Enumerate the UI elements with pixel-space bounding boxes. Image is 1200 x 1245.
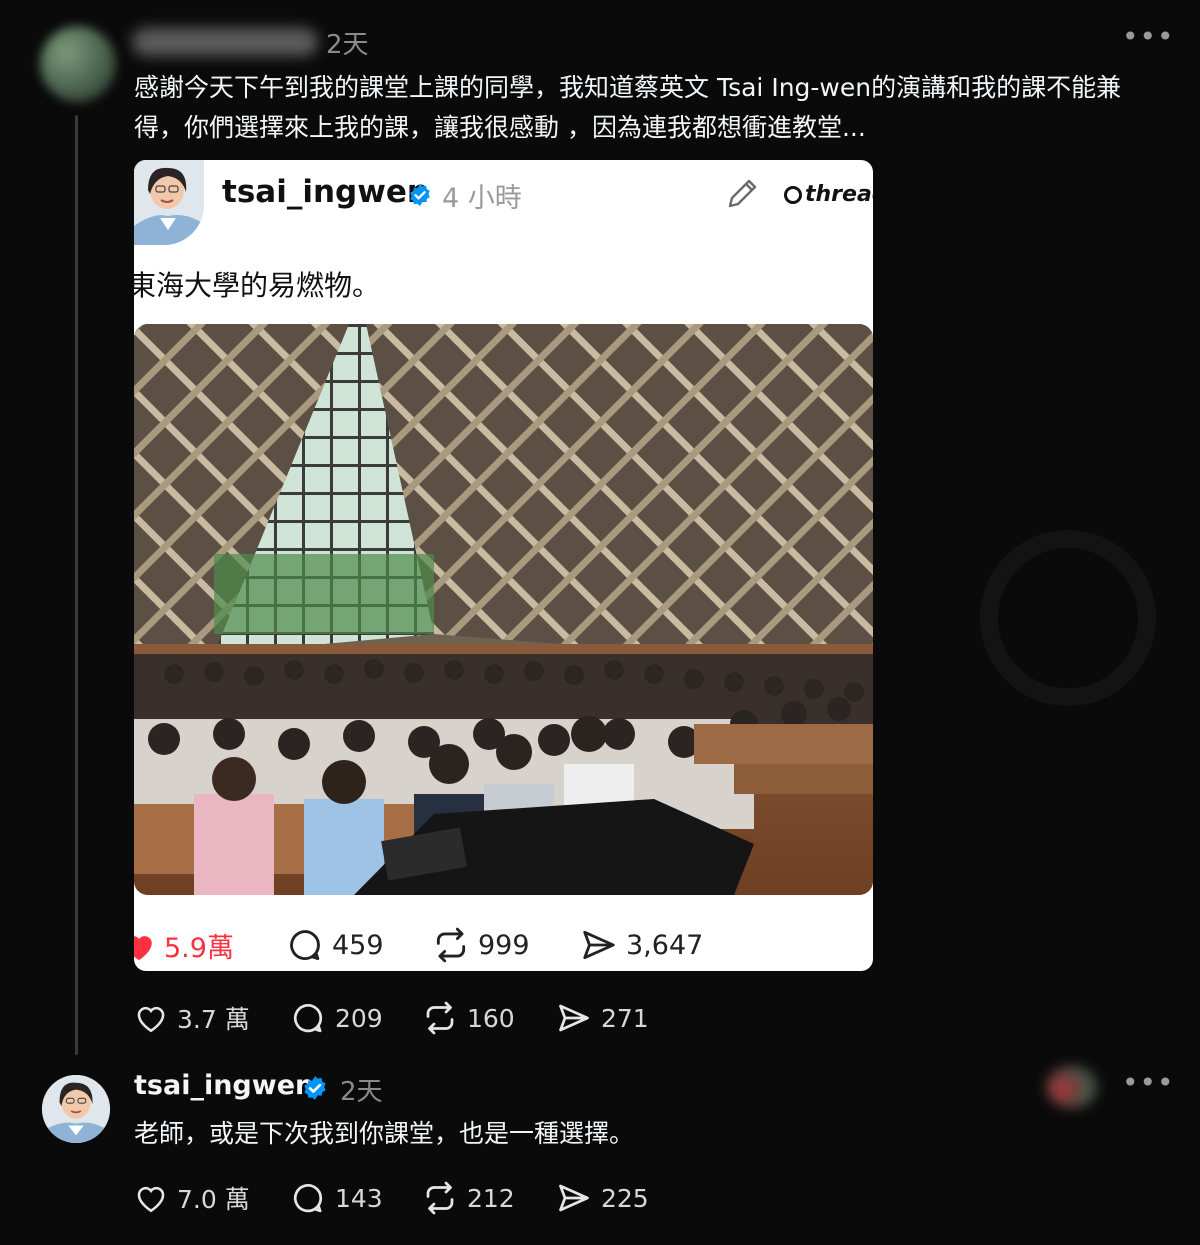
embedded-username: tsai_ingwen [222, 174, 429, 210]
embedded-text: 東海大學的易燃物。 [134, 269, 381, 302]
reply-time: 2天 [340, 1077, 383, 1107]
share-icon [583, 930, 615, 960]
blurred-reaction-avatar [1046, 1066, 1098, 1108]
heart-icon [134, 935, 152, 960]
reply-comment-button[interactable]: 143 [290, 1180, 383, 1216]
reply-repost-count: 212 [467, 1183, 515, 1213]
background-ghost-shape [980, 530, 1156, 706]
embedded-post-screenshot[interactable]: tsai_ingwen 4 小時 threads 東海大學的易燃物。 [134, 160, 873, 971]
share-button[interactable]: 271 [556, 1000, 649, 1036]
share-icon [559, 1004, 589, 1032]
share-icon [559, 1184, 589, 1212]
reply-like-count: 7.0 萬 [177, 1185, 250, 1214]
reply-like-button[interactable]: 7.0 萬 [134, 1180, 250, 1216]
reply-avatar[interactable] [42, 1075, 110, 1143]
thread-connector-line [75, 115, 78, 1055]
repost-count: 160 [467, 1003, 515, 1033]
chapel-audience-photo [134, 324, 873, 895]
embedded-repost: 999 [432, 926, 530, 964]
reply-username[interactable]: tsai_ingwen [134, 1070, 314, 1101]
comment-icon [293, 1184, 323, 1213]
embedded-like-count: 5.9萬 [164, 933, 234, 964]
reply-share-count: 225 [601, 1183, 649, 1213]
repost-button[interactable]: 160 [422, 1000, 515, 1036]
reply-count: 209 [335, 1003, 383, 1033]
embedded-repost-count: 999 [478, 929, 530, 961]
like-button[interactable]: 3.7 萬 [134, 1000, 250, 1036]
comment-icon [290, 930, 320, 961]
author-avatar-blurred[interactable] [40, 26, 116, 102]
verified-badge-icon [302, 1075, 328, 1105]
reply-comment-count: 143 [335, 1183, 383, 1213]
threads-wordmark: threads [805, 182, 873, 207]
repost-icon [426, 1181, 454, 1215]
more-options-button[interactable]: ••• [1122, 20, 1175, 53]
embedded-like: 5.9萬 [134, 926, 234, 965]
embedded-share-count: 3,647 [626, 929, 704, 961]
post-text: 感謝今天下午到我的課堂上課的同學，我知道蔡英文 Tsai Ing-wen的演講和… [134, 73, 1122, 142]
threads-logo: threads [784, 182, 873, 207]
embedded-time: 4 小時 [442, 183, 522, 214]
embedded-action-bar: 5.9萬 459 999 3,647 [134, 920, 873, 970]
embedded-share: 3,647 [580, 926, 703, 964]
reply-more-options-button[interactable]: ••• [1122, 1066, 1175, 1099]
embedded-reply-count: 459 [332, 929, 384, 961]
comment-icon [293, 1004, 323, 1033]
reply-button[interactable]: 209 [290, 1000, 383, 1036]
share-count: 271 [601, 1003, 649, 1033]
reply-share-button[interactable]: 225 [556, 1180, 649, 1216]
reply-repost-button[interactable]: 212 [422, 1180, 515, 1216]
pencil-icon [724, 176, 760, 216]
embedded-avatar [134, 160, 204, 245]
author-username-blurred[interactable] [132, 28, 318, 56]
post-time: 2天 [326, 30, 369, 60]
repost-icon [436, 927, 466, 963]
heart-icon [137, 1006, 165, 1033]
verified-badge-icon [408, 183, 432, 211]
reply-text: 老師，或是下次我到你課堂，也是一種選擇。 [134, 1119, 635, 1148]
embedded-reply: 459 [286, 926, 384, 964]
heart-icon [137, 1186, 165, 1213]
repost-icon [426, 1001, 454, 1035]
like-count: 3.7 萬 [177, 1005, 250, 1034]
